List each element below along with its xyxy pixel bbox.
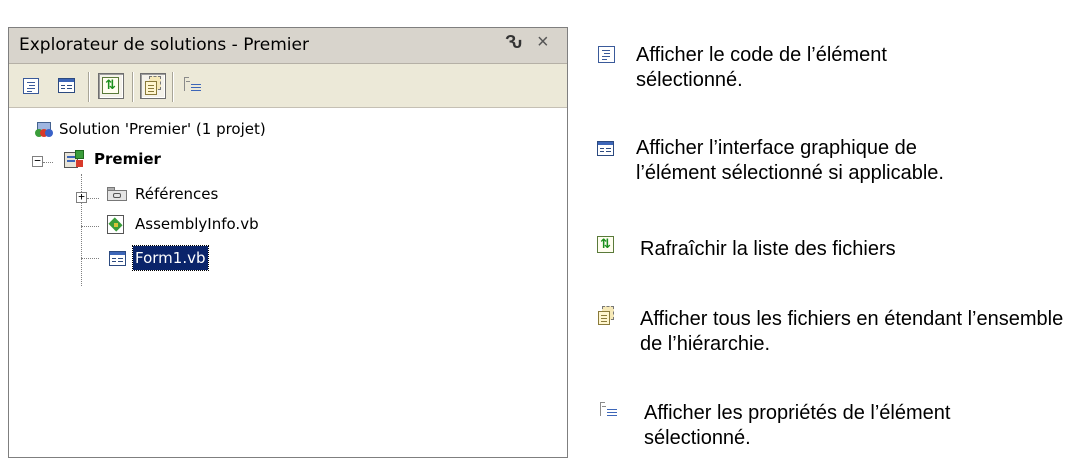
legend-properties-text: Afficher les propriétés de l’élément sél… xyxy=(644,402,951,449)
close-icon[interactable]: × xyxy=(537,31,549,54)
legend-show-all-files-text: Afficher tous les fichiers en étendant l… xyxy=(640,308,1064,355)
panel-titlebar: Explorateur de solutions - Premier Ԅ × xyxy=(9,28,567,64)
project-expander[interactable]: − xyxy=(32,155,43,167)
refresh-icon: ⇅ xyxy=(102,77,119,94)
view-code-icon xyxy=(23,78,39,94)
legend-refresh-text: Rafraîchir la liste des fichiers xyxy=(640,238,896,260)
tree-node-label: Form1.vb xyxy=(132,245,209,271)
pin-icon[interactable]: Ԅ xyxy=(505,32,522,53)
properties-icon xyxy=(184,77,204,95)
toolbar-separator xyxy=(172,72,174,102)
project-icon xyxy=(64,150,84,169)
solution-tree: Solution 'Premier' (1 projet) − Premier … xyxy=(9,108,567,457)
tree-node-label: AssemblyInfo.vb xyxy=(135,215,259,233)
show-all-files-button[interactable] xyxy=(140,73,166,99)
solution-icon xyxy=(35,121,53,137)
legend-view-designer-text: Afficher l’interface graphique de l’élém… xyxy=(636,137,944,184)
view-code-icon xyxy=(598,46,615,63)
properties-icon xyxy=(600,402,620,420)
show-all-files-icon xyxy=(143,76,163,96)
references-expander[interactable]: + xyxy=(76,191,87,203)
tree-node-label: Premier xyxy=(94,150,161,168)
view-designer-icon xyxy=(58,78,75,93)
tree-node-label: Références xyxy=(135,185,219,203)
tree-line xyxy=(81,258,99,259)
show-all-files-icon xyxy=(596,306,616,326)
panel-toolbar: ⇅ xyxy=(9,64,567,108)
view-designer-icon xyxy=(597,141,614,156)
properties-button[interactable] xyxy=(181,73,207,99)
form-file-icon xyxy=(109,251,126,266)
refresh-button[interactable]: ⇅ xyxy=(98,73,124,99)
references-folder-icon xyxy=(107,187,127,201)
view-code-button[interactable] xyxy=(18,73,44,99)
view-designer-button[interactable] xyxy=(54,73,80,99)
tree-line xyxy=(87,198,99,199)
vb-file-icon xyxy=(107,215,126,234)
refresh-icon: ⇅ xyxy=(597,236,614,253)
toolbar-separator xyxy=(132,72,134,102)
tree-line xyxy=(43,162,53,163)
toolbar-separator xyxy=(88,72,90,102)
solution-explorer-panel: Explorateur de solutions - Premier Ԅ × ⇅ xyxy=(8,27,568,458)
tree-line xyxy=(81,226,99,227)
tree-node-label: Solution 'Premier' (1 projet) xyxy=(59,120,266,138)
legend-view-code-text: Afficher le code de l’élément sélectionn… xyxy=(636,44,887,91)
panel-title: Explorateur de solutions - Premier xyxy=(19,35,309,55)
